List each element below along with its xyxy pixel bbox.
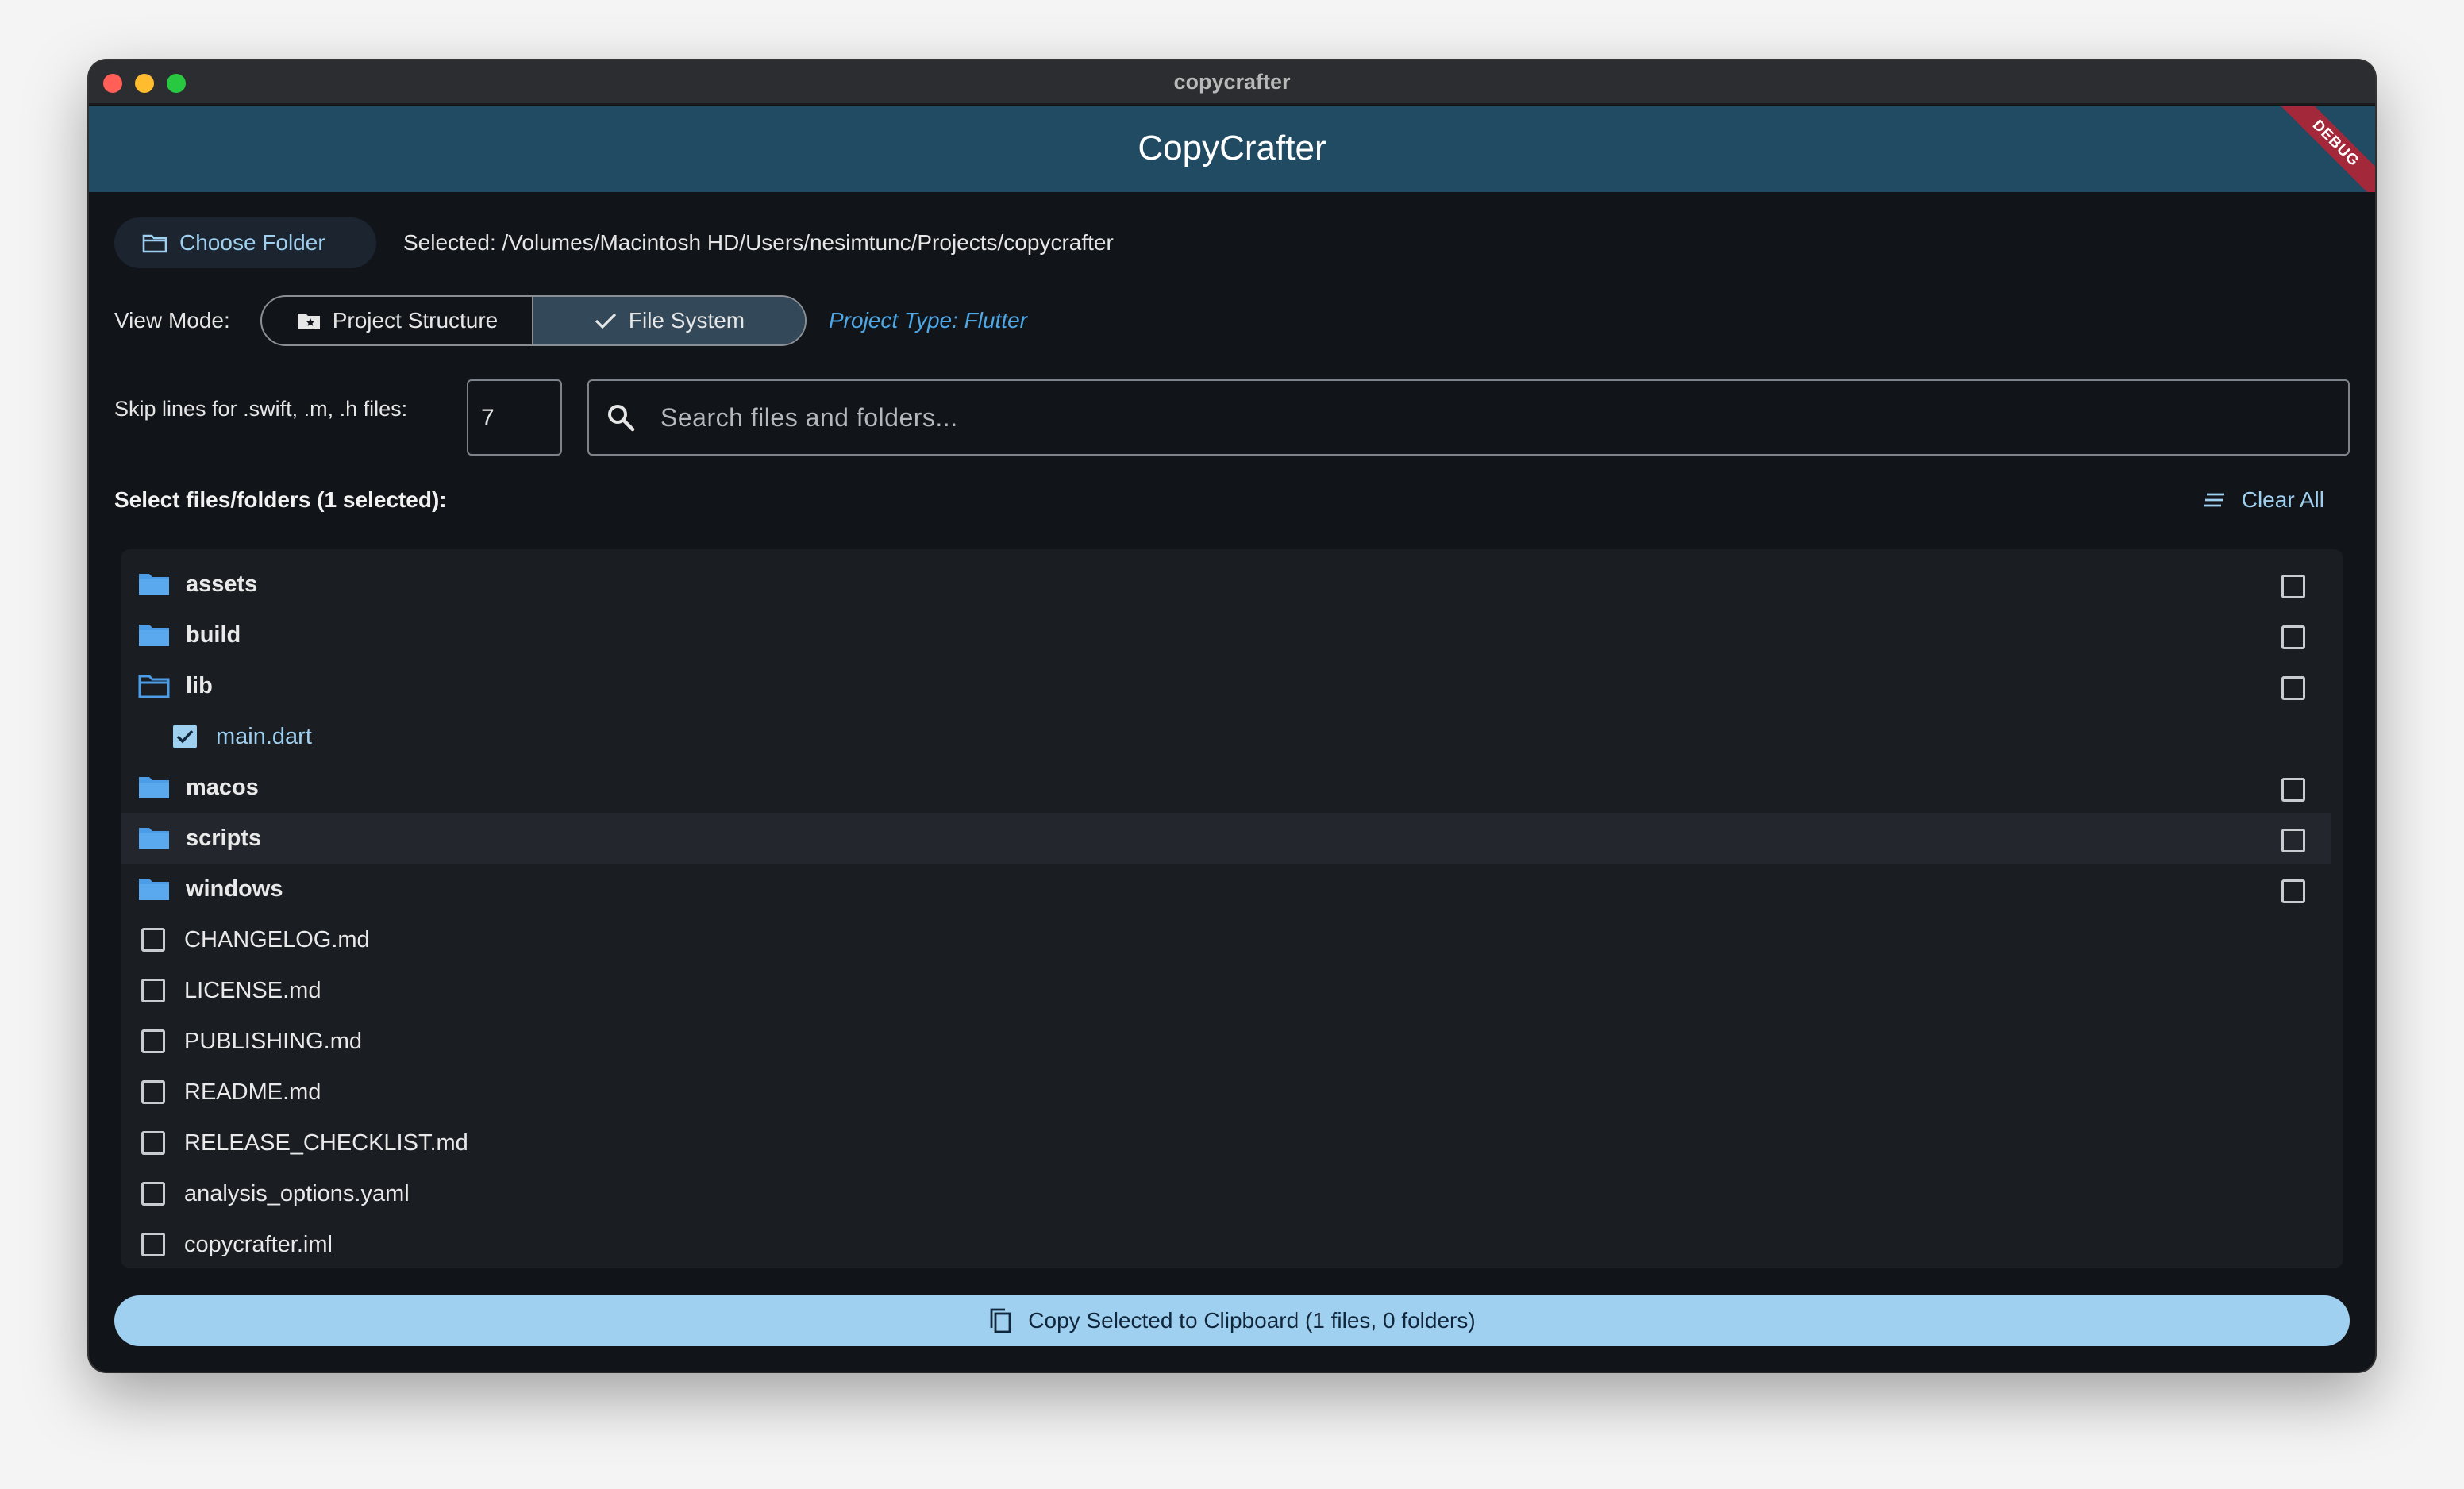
folder-icon xyxy=(139,828,169,849)
file-checkbox[interactable] xyxy=(141,1029,165,1053)
file-checkbox[interactable] xyxy=(141,1080,165,1104)
folder-label: windows xyxy=(186,875,283,902)
folder-icon-wrapper xyxy=(137,570,171,598)
tree-row[interactable]: CHANGELOG.md xyxy=(121,914,2331,965)
segment-project-structure[interactable]: Project Structure xyxy=(262,297,533,344)
tree-row[interactable]: lib xyxy=(121,660,2331,711)
view-mode-toggle: Project Structure File System xyxy=(260,295,807,346)
file-label: README.md xyxy=(184,1079,321,1105)
file-checkbox[interactable] xyxy=(141,1233,165,1256)
skip-lines-label: Skip lines for .swift, .m, .h files: xyxy=(114,397,408,421)
window-title: copycrafter xyxy=(1173,70,1291,94)
tree-row[interactable]: assets xyxy=(121,559,2331,610)
app-window: copycrafter CopyCrafter DEBUG Choose Fol… xyxy=(89,60,2375,1372)
folder-label: macos xyxy=(186,774,259,800)
tree-row[interactable]: main.dart xyxy=(121,711,2331,762)
search-input[interactable]: Search files and folders... xyxy=(587,379,2350,456)
copy-to-clipboard-button[interactable]: Copy Selected to Clipboard (1 files, 0 f… xyxy=(114,1295,2350,1346)
copy-icon xyxy=(990,1308,1011,1333)
check-icon xyxy=(595,313,617,329)
choose-folder-label: Choose Folder xyxy=(179,230,325,255)
tree-row[interactable]: LICENSE.md xyxy=(121,965,2331,1016)
file-checkbox[interactable] xyxy=(141,928,165,952)
file-label: CHANGELOG.md xyxy=(184,926,370,952)
copy-button-label: Copy Selected to Clipboard (1 files, 0 f… xyxy=(1028,1308,1476,1333)
file-checkbox[interactable] xyxy=(141,1182,165,1206)
search-icon xyxy=(608,405,635,432)
file-tree: assets build lib main.dart macos scripts windo… xyxy=(121,549,2343,1268)
folder-open-icon xyxy=(138,675,170,698)
tree-row[interactable]: build xyxy=(121,610,2331,660)
folder-icon-wrapper xyxy=(137,824,171,852)
folder-label: build xyxy=(186,621,241,648)
folder-label: lib xyxy=(186,672,213,698)
search-placeholder: Search files and folders... xyxy=(660,402,958,432)
main-content: Choose Folder Selected: /Volumes/Macinto… xyxy=(89,192,2375,1372)
file-checkbox[interactable] xyxy=(141,1131,165,1155)
tree-row[interactable]: windows xyxy=(121,864,2331,914)
folder-label: scripts xyxy=(186,825,262,851)
view-mode-label: View Mode: xyxy=(114,308,230,333)
folder-checkbox[interactable] xyxy=(2281,625,2305,649)
folder-icon-wrapper xyxy=(137,621,171,649)
file-label: analysis_options.yaml xyxy=(184,1180,410,1206)
file-checkbox[interactable] xyxy=(141,979,165,1002)
segment-label: File System xyxy=(628,308,745,333)
clear-all-icon xyxy=(2203,493,2224,507)
tree-row[interactable]: PUBLISHING.md xyxy=(121,1016,2331,1067)
folder-special-icon xyxy=(297,314,320,329)
file-label: LICENSE.md xyxy=(184,977,321,1003)
segment-label: Project Structure xyxy=(332,308,499,333)
file-checkbox[interactable] xyxy=(173,725,197,748)
app-title: CopyCrafter xyxy=(1138,129,1326,167)
tree-row[interactable]: macos xyxy=(121,762,2331,813)
folder-icon xyxy=(139,574,169,595)
choose-folder-button[interactable]: Choose Folder xyxy=(114,217,376,268)
selection-header: Select files/folders (1 selected): xyxy=(114,487,447,512)
tree-row[interactable]: copycrafter.iml xyxy=(121,1219,2331,1268)
file-label: PUBLISHING.md xyxy=(184,1028,362,1054)
folder-outline-icon xyxy=(142,234,167,253)
app-bar: CopyCrafter DEBUG xyxy=(89,106,2375,192)
folder-checkbox[interactable] xyxy=(2281,575,2305,598)
folder-checkbox[interactable] xyxy=(2281,829,2305,852)
skip-lines-input[interactable]: 7 xyxy=(467,379,562,456)
folder-icon-wrapper xyxy=(137,671,171,700)
file-label: RELEASE_CHECKLIST.md xyxy=(184,1129,468,1156)
folder-checkbox[interactable] xyxy=(2281,778,2305,802)
tree-row[interactable]: README.md xyxy=(121,1067,2331,1118)
folder-label: assets xyxy=(186,571,258,597)
tree-row[interactable]: scripts xyxy=(121,813,2331,864)
folder-icon-wrapper xyxy=(137,773,171,802)
checkbox-check-icon xyxy=(176,729,194,744)
folder-checkbox[interactable] xyxy=(2281,879,2305,903)
segment-file-system[interactable]: File System xyxy=(533,297,805,344)
folder-icon xyxy=(139,777,169,798)
folder-icon xyxy=(139,879,169,900)
folder-icon xyxy=(139,625,169,646)
project-type-label: Project Type: Flutter xyxy=(829,308,1028,333)
file-label: main.dart xyxy=(216,723,312,749)
folder-checkbox[interactable] xyxy=(2281,676,2305,700)
selected-path-text: Selected: /Volumes/Macintosh HD/Users/ne… xyxy=(403,230,1114,255)
title-bar: copycrafter xyxy=(89,60,2375,105)
folder-icon-wrapper xyxy=(137,875,171,903)
tree-row[interactable]: RELEASE_CHECKLIST.md xyxy=(121,1118,2331,1168)
tree-row[interactable]: analysis_options.yaml xyxy=(121,1168,2331,1219)
clear-all-label: Clear All xyxy=(2241,487,2324,512)
clear-all-button[interactable]: Clear All xyxy=(2202,483,2324,517)
file-label: copycrafter.iml xyxy=(184,1231,333,1257)
